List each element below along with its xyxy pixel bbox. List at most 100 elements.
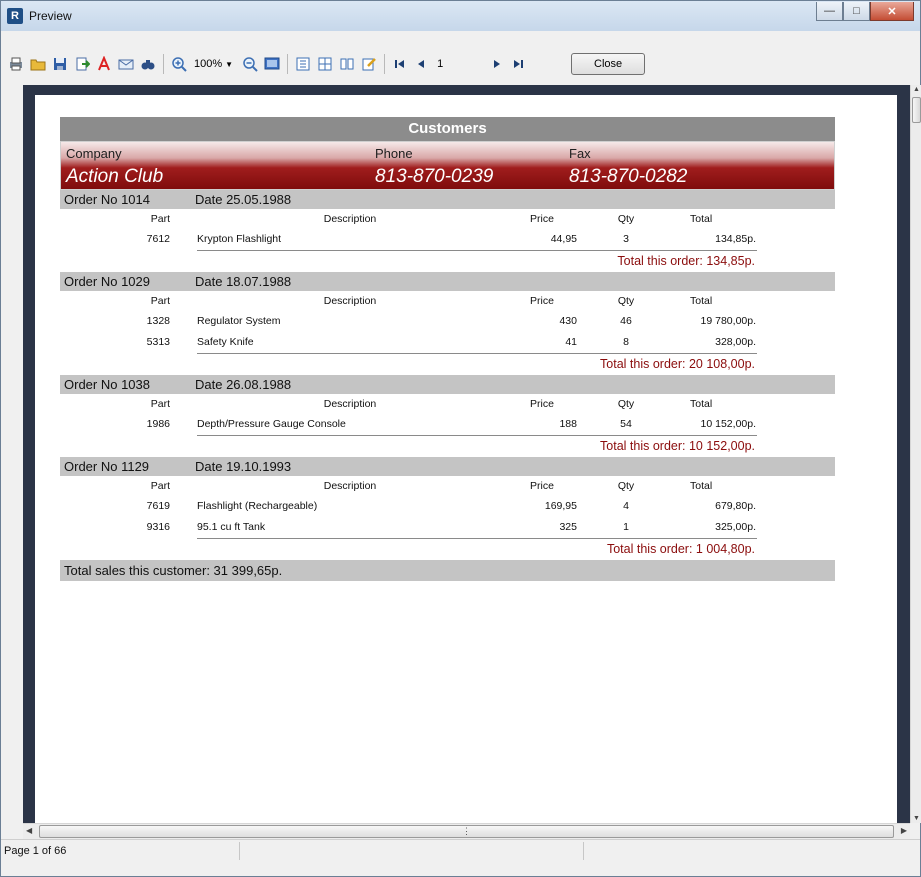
prev-page-icon[interactable] [413, 55, 431, 73]
order-header: Order No 1038 Date 26.08.1988 [60, 375, 835, 394]
price-cell: 430 [559, 315, 577, 327]
order-header: Order No 1014 Date 25.05.1988 [60, 190, 835, 209]
fax-label: Fax [569, 146, 591, 161]
scroll-left-icon[interactable]: ◀ [26, 826, 32, 835]
zoom-out-icon[interactable] [241, 55, 259, 73]
scroll-right-icon[interactable]: ▶ [901, 826, 907, 835]
last-page-icon[interactable] [509, 55, 527, 73]
divider [197, 435, 757, 436]
order-total: Total this order: 1 004,80p. [60, 538, 835, 560]
order-total: Total this order: 10 152,00p. [60, 435, 835, 457]
preview-window: R Preview — □ ✕ 100% ▼ 1 Close Customers… [0, 0, 921, 877]
close-window-icon[interactable]: ✕ [870, 2, 914, 21]
order-date: Date 26.08.1988 [195, 377, 292, 392]
pdf-icon[interactable] [95, 55, 113, 73]
col-description: Description [323, 213, 377, 225]
col-part: Part [150, 480, 170, 492]
vertical-scroll-thumb[interactable] [912, 97, 921, 123]
next-page-icon[interactable] [487, 55, 505, 73]
total-cell: 325,00p. [715, 521, 756, 533]
toolbar: 100% ▼ 1 Close [1, 45, 920, 83]
scroll-up-icon[interactable]: ▲ [913, 86, 920, 93]
price-cell: 169,95 [544, 500, 577, 512]
maximize-icon[interactable]: □ [843, 2, 870, 21]
order-total: Total this order: 134,85p. [60, 250, 835, 272]
save-icon[interactable] [51, 55, 69, 73]
part-cell: 5313 [146, 336, 170, 348]
col-qty: Qty [617, 398, 635, 410]
email-icon[interactable] [117, 55, 135, 73]
export-icon[interactable] [73, 55, 91, 73]
order-number: Order No 1038 [64, 377, 150, 392]
total-cell: 19 780,00p. [700, 315, 756, 327]
col-qty: Qty [617, 213, 635, 225]
divider [197, 353, 757, 354]
col-description: Description [323, 295, 377, 307]
col-price: Price [530, 295, 554, 307]
total-cell: 328,00p. [715, 336, 756, 348]
part-cell: 7612 [146, 233, 170, 245]
scroll-down-icon[interactable]: ▼ [913, 815, 920, 822]
page-number-input[interactable] [435, 55, 480, 73]
zoom-in-icon[interactable] [170, 55, 188, 73]
full-screen-icon[interactable] [263, 55, 281, 73]
open-icon[interactable] [29, 55, 47, 73]
part-cell: 9316 [146, 521, 170, 533]
table-row: 9316 95.1 cu ft Tank 325 1 325,00p. [60, 517, 835, 538]
col-part: Part [150, 213, 170, 225]
price-cell: 325 [559, 521, 577, 533]
order-total-text: Total this order: 20 108,00p. [600, 357, 755, 371]
horizontal-scrollbar[interactable]: ◀ ⋮ ▶ [23, 823, 910, 839]
status-divider [583, 842, 584, 860]
price-cell: 41 [565, 336, 577, 348]
horizontal-scroll-thumb[interactable]: ⋮ [39, 825, 894, 838]
divider [197, 250, 757, 251]
order-total-text: Total this order: 134,85p. [617, 254, 755, 268]
fax-value: 813-870-0282 [569, 166, 688, 187]
column-headers: Part Description Price Qty Total [60, 394, 835, 414]
first-page-icon[interactable] [391, 55, 409, 73]
qty-cell: 8 [623, 336, 629, 348]
description-cell: 95.1 cu ft Tank [197, 521, 266, 533]
col-total: Total [690, 213, 713, 225]
find-icon[interactable] [139, 55, 157, 73]
phone-value: 813-870-0239 [375, 166, 494, 187]
minimize-icon[interactable]: — [816, 2, 843, 21]
vertical-scrollbar[interactable]: ▲ ▼ [910, 85, 921, 823]
total-cell: 10 152,00p. [700, 418, 756, 430]
order-total-text: Total this order: 1 004,80p. [606, 542, 755, 556]
qty-cell: 4 [623, 500, 629, 512]
toolbar-separator [287, 54, 289, 74]
col-price: Price [530, 213, 554, 225]
report-page: Customers Company Phone Fax Action Club … [35, 95, 897, 835]
title-bar: R Preview — □ ✕ [1, 1, 920, 31]
print-icon[interactable] [7, 55, 25, 73]
order-date: Date 18.07.1988 [195, 274, 292, 289]
col-qty: Qty [617, 480, 635, 492]
col-price: Price [530, 398, 554, 410]
edit-icon[interactable] [360, 55, 378, 73]
order-number: Order No 1129 [64, 459, 150, 474]
phone-label: Phone [375, 146, 413, 161]
zoom-select[interactable]: 100% ▼ [192, 55, 235, 73]
column-headers: Part Description Price Qty Total [60, 476, 835, 496]
description-cell: Krypton Flashlight [197, 233, 282, 245]
toolbar-separator [163, 54, 164, 74]
table-row: 5313 Safety Knife 41 8 328,00p. [60, 332, 835, 353]
col-total: Total [690, 398, 713, 410]
report-title: Customers [60, 117, 835, 141]
column-headers: Part Description Price Qty Total [60, 291, 835, 311]
description-cell: Flashlight (Rechargeable) [197, 500, 318, 512]
close-button[interactable]: Close [571, 53, 646, 75]
page-setup-icon[interactable] [338, 55, 356, 73]
customer-header: Company Phone Fax Action Club 813-870-02… [60, 141, 835, 190]
page-info: Page 1 of 66 [4, 845, 67, 857]
description-cell: Safety Knife [197, 336, 254, 348]
status-bar: Page 1 of 66 [1, 839, 920, 863]
order-total-text: Total this order: 10 152,00p. [600, 439, 755, 453]
outline-icon[interactable] [294, 55, 312, 73]
preview-area[interactable]: Customers Company Phone Fax Action Club … [23, 85, 910, 835]
col-qty: Qty [617, 295, 635, 307]
thumbnails-icon[interactable] [316, 55, 334, 73]
app-logo-icon: R [7, 8, 23, 24]
